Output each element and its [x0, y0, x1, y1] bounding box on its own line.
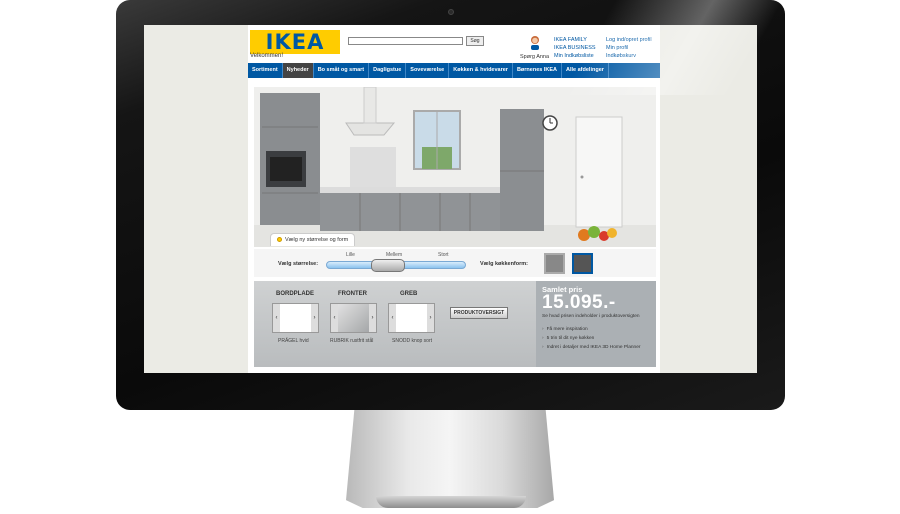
- prev-arrow-icon[interactable]: ‹: [273, 304, 280, 332]
- dot-icon: [277, 237, 282, 242]
- size-label: Vælg størrelse:: [278, 261, 319, 267]
- bordplade-swatch: ‹ ›: [272, 303, 319, 333]
- kitchen-image: Vælg ny størrelse og form: [254, 87, 656, 247]
- category-fronter: FRONTER: [338, 291, 367, 297]
- change-size-tab-label: Vælg ny størrelse og form: [285, 237, 349, 243]
- nav-item-sortiment[interactable]: Sortiment: [248, 63, 283, 78]
- search-button[interactable]: Søg: [466, 36, 484, 46]
- nav-item-dagligstue[interactable]: Dagligstue: [369, 63, 407, 78]
- nav-item-nyheder[interactable]: Nyheder: [282, 63, 314, 78]
- next-arrow-icon[interactable]: ›: [427, 304, 434, 332]
- cart-link[interactable]: Indkøbskurv: [606, 52, 652, 60]
- fronter-swatch: ‹ ›: [330, 303, 377, 333]
- welcome-text: Velkommen!: [250, 53, 284, 59]
- config-panel: BORDPLADE ‹ › PRÄGEL hvid FRONTER ‹ › RU…: [254, 281, 656, 367]
- account-links: Log ind/opret profil Min profil Indkøbsk…: [606, 36, 652, 60]
- greb-swatch: ‹ ›: [388, 303, 435, 333]
- home-planner-link[interactable]: Indret i detaljer med IKEA 3D Home Plann…: [542, 345, 641, 350]
- shape-l-button[interactable]: [544, 253, 565, 274]
- total-price: 15.095.-: [542, 292, 616, 313]
- total-price-box: Samlet pris 15.095.- Se hvad prisen inde…: [536, 281, 656, 367]
- steps-link[interactable]: 5 trin til dit nye køkken: [542, 336, 640, 341]
- inspiration-link[interactable]: Få mere inspiration: [542, 327, 640, 332]
- bordplade-caption: PRÄGEL hvid: [278, 338, 309, 344]
- prev-arrow-icon[interactable]: ‹: [331, 304, 338, 332]
- category-bordplade: BORDPLADE: [276, 291, 315, 297]
- greb-caption: SNODD knop sort: [392, 338, 433, 344]
- total-subtext: Se hvad prisen indeholder i produktovers…: [542, 314, 640, 319]
- category-greb: GREB: [400, 291, 418, 297]
- nav-item-koekken[interactable]: Køkken & hvidevarer: [449, 63, 513, 78]
- change-size-tab[interactable]: Vælg ny størrelse og form: [270, 233, 356, 246]
- nav-item-alle-afdelinger[interactable]: Alle afdelinger: [562, 63, 609, 78]
- main-nav: Sortiment Nyheder Bo småt og smart Dagli…: [248, 63, 660, 78]
- ikea-family-link[interactable]: IKEA FAMILY: [554, 36, 596, 44]
- size-slider[interactable]: [326, 259, 466, 272]
- product-overview-button[interactable]: PRODUKTOVERSIGT: [450, 307, 508, 319]
- monitor: IKEA Velkommen! Søg Spørg Anna IKEA FAMI…: [0, 0, 900, 514]
- kitchen-shape-label: Vælg køkkenform:: [480, 261, 528, 267]
- nav-item-sovevaerelse[interactable]: Soveværelse: [406, 63, 450, 78]
- ask-anna-link[interactable]: Spørg Anna: [520, 54, 549, 60]
- size-option-stort[interactable]: Stort: [438, 252, 449, 258]
- ikea-logo[interactable]: IKEA: [250, 30, 340, 54]
- kitchen-illustration: [254, 87, 656, 247]
- screen: IKEA Velkommen! Søg Spørg Anna IKEA FAMI…: [144, 25, 757, 373]
- size-slider-handle[interactable]: [371, 259, 405, 272]
- nav-item-boernenes-ikea[interactable]: Børnenes IKEA: [513, 63, 562, 78]
- monitor-stand: [346, 410, 554, 508]
- prev-arrow-icon[interactable]: ‹: [389, 304, 396, 332]
- nav-item-bo-smaat[interactable]: Bo småt og smart: [314, 63, 370, 78]
- search-input[interactable]: [348, 37, 463, 45]
- shape-straight-button[interactable]: [572, 253, 593, 274]
- ikea-website: IKEA Velkommen! Søg Spørg Anna IKEA FAMI…: [248, 25, 660, 373]
- family-links: IKEA FAMILY IKEA BUSINESS Min Indkøbslis…: [554, 36, 596, 60]
- size-option-lille[interactable]: Lille: [346, 252, 355, 258]
- shopping-list-link[interactable]: Min Indkøbsliste: [554, 52, 596, 60]
- next-arrow-icon[interactable]: ›: [311, 304, 318, 332]
- ikea-business-link[interactable]: IKEA BUSINESS: [554, 44, 596, 52]
- size-option-mellem[interactable]: Mellem: [386, 252, 402, 258]
- fronter-caption: RUBRIK rustfrit stål: [330, 338, 374, 344]
- login-link[interactable]: Log ind/opret profil: [606, 36, 652, 44]
- monitor-base: [376, 496, 526, 508]
- anna-avatar-icon[interactable]: [529, 35, 541, 50]
- inspiration-links: Få mere inspiration 5 trin til dit nye k…: [542, 327, 641, 354]
- my-profile-link[interactable]: Min profil: [606, 44, 652, 52]
- size-panel: Vælg størrelse: Lille Mellem Stort Vælg …: [254, 249, 656, 277]
- next-arrow-icon[interactable]: ›: [369, 304, 376, 332]
- camera: [448, 9, 454, 15]
- site-header: IKEA Velkommen! Søg Spørg Anna IKEA FAMI…: [248, 25, 660, 63]
